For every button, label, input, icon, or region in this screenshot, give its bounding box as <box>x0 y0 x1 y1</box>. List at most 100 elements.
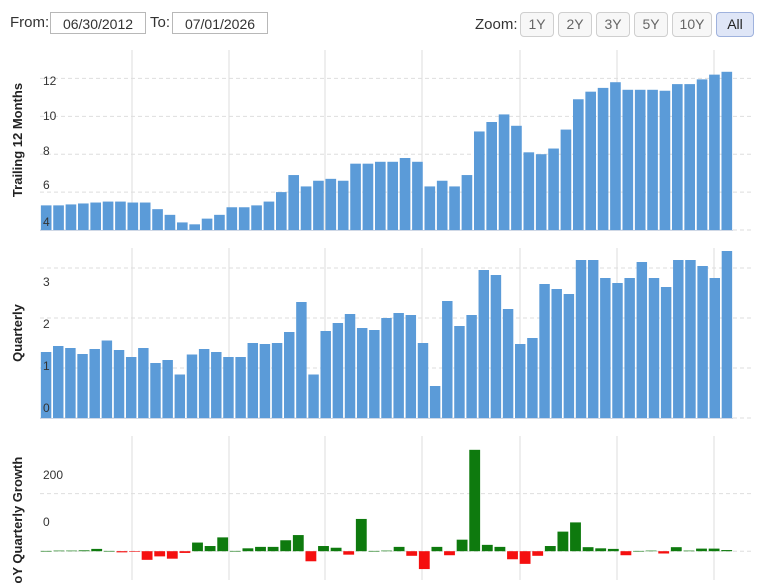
ttm-bar-7 <box>127 202 139 230</box>
ttm-bar-27 <box>374 161 386 230</box>
ttm-ytick-label-2: 8 <box>43 144 50 158</box>
quarterly-bar-8 <box>138 348 149 418</box>
yoy-growth-bar-48 <box>645 550 657 552</box>
yoy-growth-bar-51 <box>683 550 695 552</box>
quarterly-bar-10 <box>162 360 173 418</box>
quarterly-bar-48 <box>624 278 635 418</box>
yoy-growth-bar-7 <box>129 551 140 552</box>
yoy-growth-bar-20 <box>292 535 304 552</box>
quarterly-bar-26 <box>356 328 368 418</box>
ttm-bar-15 <box>226 207 238 230</box>
quarterly-bar-28 <box>381 318 392 418</box>
yoy-growth-bar-30 <box>418 551 430 570</box>
quarterly-bar-13 <box>198 349 210 418</box>
yoy-growth-bar-53 <box>708 548 720 552</box>
quarterly-bar-3 <box>77 354 88 418</box>
yoy-growth-bar-3 <box>78 550 90 552</box>
ttm-bar-54 <box>709 74 720 230</box>
yoy-growth-bar-14 <box>217 537 229 552</box>
quarterly-bar-4 <box>89 349 100 418</box>
yoy-growth-bar-15 <box>229 550 241 552</box>
ttm-bar-35 <box>473 131 485 230</box>
quarterly-ytick-label-2: 2 <box>43 317 50 331</box>
yoy-growth-bar-11 <box>179 551 191 553</box>
quarterly-bar-29 <box>393 313 404 418</box>
ttm-bar-10 <box>164 214 176 230</box>
quarterly-bar-40 <box>527 338 538 418</box>
quarterly-bar-24 <box>332 323 344 418</box>
yoy-growth-bar-24 <box>343 551 355 555</box>
yoy-growth-bar-6 <box>116 551 128 553</box>
quarterly-bar-15 <box>223 357 234 418</box>
yoy-growth-bar-12 <box>192 542 203 552</box>
ttm-bar-40 <box>535 154 547 230</box>
yoy-growth-bar-0 <box>40 550 52 552</box>
ttm-bar-28 <box>387 161 399 230</box>
yoy-growth-bar-33 <box>456 539 468 552</box>
yoy-growth-bar-35 <box>481 544 493 552</box>
yoy-growth-bar-25 <box>355 518 367 552</box>
yoy-growth-bar-47 <box>633 550 644 552</box>
quarterly-bar-20 <box>284 332 295 418</box>
ttm-bar-45 <box>597 87 609 230</box>
yoy-growth-bar-5 <box>103 550 115 552</box>
quarterly-ytick-label-1: 1 <box>43 359 50 373</box>
yoy-growth-bar-29 <box>406 551 418 556</box>
yoy-growth-bar-31 <box>431 546 443 552</box>
ttm-bar-18 <box>263 201 275 230</box>
quarterly-bar-2 <box>65 348 76 418</box>
quarterly-bar-1 <box>53 346 64 418</box>
quarterly-bar-19 <box>271 343 283 418</box>
quarterly-bar-11 <box>174 374 186 418</box>
ttm-bar-24 <box>337 180 349 230</box>
yoy-growth-bar-40 <box>544 546 556 552</box>
ttm-bar-26 <box>362 163 374 230</box>
ttm-axis-title: Trailing 12 Months <box>10 83 25 197</box>
ttm-bar-46 <box>610 82 621 231</box>
quarterly-bar-17 <box>247 343 258 418</box>
quarterly-bar-54 <box>697 266 708 418</box>
ttm-bar-44 <box>585 91 597 231</box>
yoy-growth-bar-10 <box>166 551 178 559</box>
quarterly-bar-36 <box>478 270 489 418</box>
yoy-growth-bar-9 <box>154 551 166 557</box>
quarterly-bar-18 <box>259 344 271 418</box>
yoy-growth-bar-45 <box>607 548 619 552</box>
ttm-bar-51 <box>671 84 683 230</box>
quarterly-bar-39 <box>515 344 526 418</box>
ttm-bar-36 <box>486 122 498 230</box>
ttm-bar-6 <box>115 201 126 230</box>
ttm-ytick-label-4: 12 <box>43 74 57 88</box>
yoy-growth-bar-23 <box>330 547 342 552</box>
quarterly-bar-21 <box>296 302 307 418</box>
ttm-bar-47 <box>622 89 634 230</box>
yoy-growth-bar-19 <box>280 540 292 552</box>
ttm-bar-3 <box>77 203 89 230</box>
quarterly-bar-35 <box>466 315 477 418</box>
ttm-bar-13 <box>201 218 213 230</box>
yoy-growth-bar-22 <box>318 546 329 552</box>
ttm-bar-8 <box>139 202 151 230</box>
ttm-ytick-label-1: 6 <box>43 178 50 192</box>
yoy-growth-bar-44 <box>595 548 607 552</box>
yoy-growth-bar-8 <box>141 551 153 560</box>
ttm-bar-9 <box>152 209 163 230</box>
quarterly-bar-25 <box>344 314 356 418</box>
yoy-growth-bar-32 <box>444 551 455 556</box>
yoy-growth-axis-title: YoY Quarterly Growth <box>10 457 25 583</box>
ttm-bar-33 <box>449 186 460 230</box>
quarterly-bar-43 <box>563 294 575 418</box>
yoy-growth-bar-52 <box>696 548 707 552</box>
ttm-bar-41 <box>548 148 559 230</box>
quarterly-bar-9 <box>150 363 161 418</box>
quarterly-axis-title: Quarterly <box>10 303 25 362</box>
quarterly-bar-5 <box>101 340 113 418</box>
yoy-growth-bar-54 <box>721 550 733 552</box>
quarterly-bar-14 <box>211 352 222 418</box>
yoy-growth-bar-13 <box>204 546 216 552</box>
ttm-bar-12 <box>189 224 201 230</box>
ttm-bar-39 <box>523 152 535 230</box>
ttm-bar-50 <box>659 90 671 231</box>
ttm-bar-11 <box>176 222 188 230</box>
ttm-bar-1 <box>53 205 64 230</box>
